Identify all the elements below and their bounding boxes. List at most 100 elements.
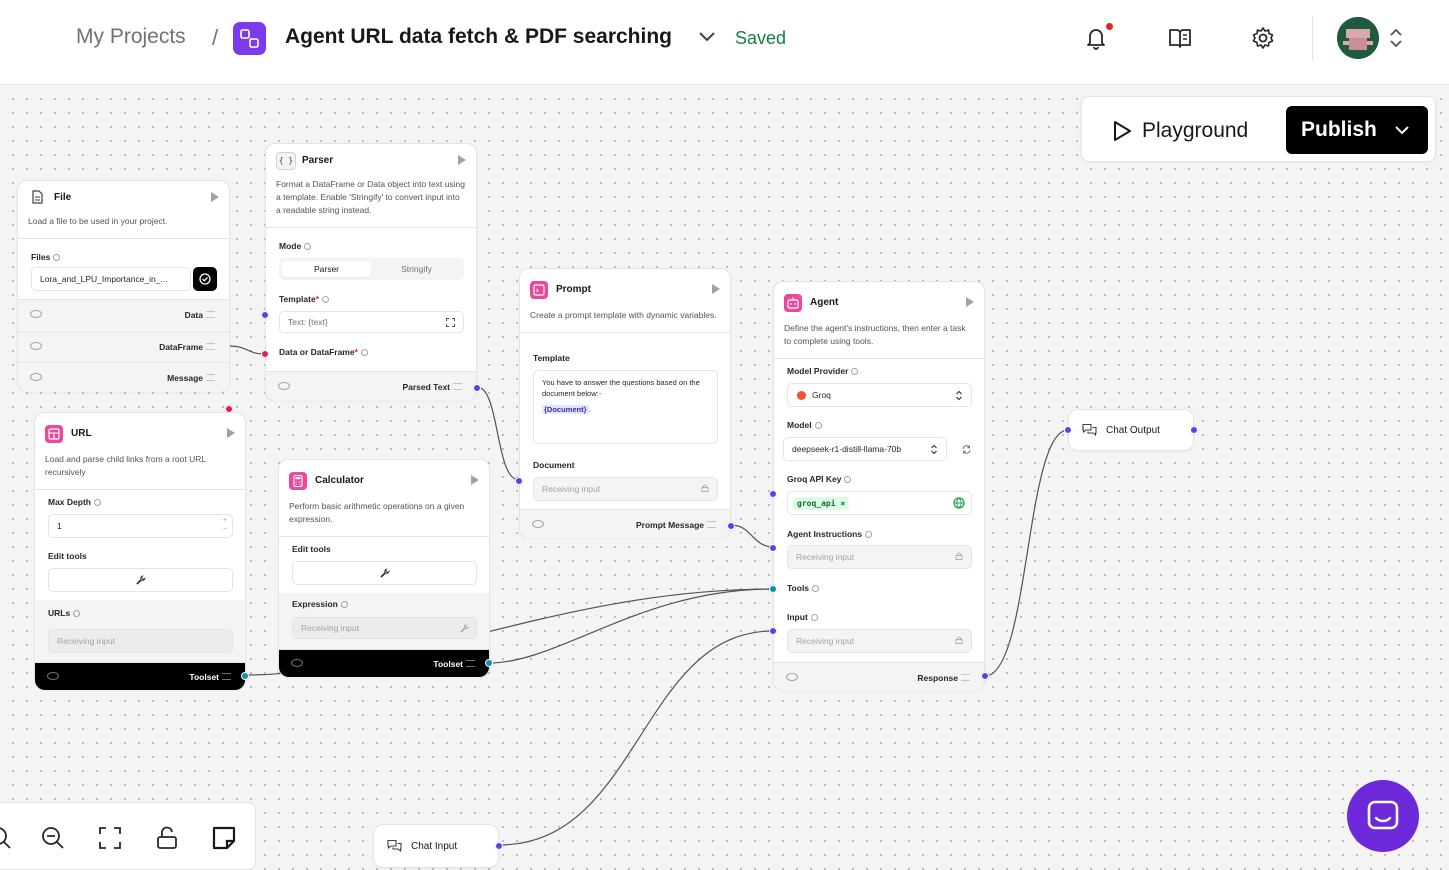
handle-template-in[interactable] xyxy=(261,311,269,319)
handle-instructions-in[interactable] xyxy=(769,544,777,552)
breadcrumb-my-projects[interactable]: My Projects xyxy=(76,25,186,49)
run-node-icon[interactable] xyxy=(458,155,466,165)
handle-toolset-out[interactable] xyxy=(241,672,249,680)
url-icon xyxy=(45,425,63,443)
unlock-icon[interactable] xyxy=(154,825,180,851)
mode-parser-option[interactable]: Parser xyxy=(282,261,371,277)
chevron-down-icon[interactable] xyxy=(697,30,717,49)
eye-icon[interactable] xyxy=(278,382,290,390)
canvas-toolbar xyxy=(0,802,256,870)
file-name-field[interactable]: Lora_and_LPU_Importance_in_... xyxy=(31,267,191,291)
zoom-in-icon[interactable] xyxy=(0,825,13,851)
user-avatar[interactable] xyxy=(1337,17,1379,59)
gear-icon[interactable] xyxy=(1249,24,1277,52)
sticky-note-icon[interactable] xyxy=(211,825,237,851)
wrench-icon xyxy=(460,624,469,633)
globe-icon[interactable] xyxy=(953,497,965,509)
handle-api-key-in[interactable] xyxy=(769,490,777,498)
run-node-icon[interactable] xyxy=(712,284,720,294)
eye-icon[interactable] xyxy=(786,673,798,681)
file-upload-button[interactable] xyxy=(193,267,217,291)
account-switcher-icon[interactable] xyxy=(1388,27,1404,54)
eye-icon[interactable] xyxy=(291,659,303,667)
zoom-out-icon[interactable] xyxy=(40,825,66,851)
handle-prompt-out[interactable] xyxy=(727,522,735,530)
handle-toolset-out[interactable] xyxy=(485,659,493,667)
api-key-field[interactable]: groq_api × xyxy=(787,491,972,515)
prompt-template-editor[interactable]: You have to answer the questions based o… xyxy=(533,370,718,444)
url-node[interactable]: URL Load and parse child links from a ro… xyxy=(34,412,249,690)
expand-icon[interactable] xyxy=(446,318,455,327)
refresh-icon[interactable] xyxy=(961,444,972,455)
lock-icon xyxy=(701,484,709,492)
publish-button[interactable]: Publish xyxy=(1286,106,1428,154)
files-label: Files xyxy=(31,252,61,262)
run-node-icon[interactable] xyxy=(471,475,479,485)
output-type-icon xyxy=(222,673,231,680)
run-node-icon[interactable] xyxy=(227,428,235,438)
parser-node[interactable]: { } Parser Format a DataFrame or Data ob… xyxy=(261,143,481,401)
fit-view-icon[interactable] xyxy=(97,825,123,851)
flow-canvas[interactable]: File Load a file to be used in your proj… xyxy=(0,86,1449,870)
edit-tools-button[interactable] xyxy=(292,561,477,585)
notification-dot xyxy=(1106,23,1113,30)
handle-data-in[interactable] xyxy=(261,350,269,358)
book-icon[interactable] xyxy=(1166,24,1194,52)
api-key-label: Groq API Key xyxy=(787,474,852,484)
playground-label: Playground xyxy=(1142,119,1249,142)
handle-chat-output-out[interactable] xyxy=(1190,426,1198,434)
output-label: Message xyxy=(167,373,203,383)
handle-document-in[interactable] xyxy=(515,477,523,485)
template-variable: {Document} xyxy=(542,405,589,414)
edit-tools-button[interactable] xyxy=(48,568,233,592)
model-select[interactable]: deepseek-r1-distill-llama-70b xyxy=(783,437,947,461)
mode-stringify-option[interactable]: Stringify xyxy=(372,261,461,277)
eye-icon[interactable] xyxy=(532,520,544,528)
edge-calc-agent xyxy=(488,588,774,664)
chat-output-node[interactable]: Chat Output xyxy=(1064,409,1198,451)
lock-icon xyxy=(955,636,963,644)
mode-toggle[interactable]: Parser Stringify xyxy=(279,258,464,280)
stepper-icon[interactable]: + − xyxy=(223,516,227,534)
output-label: Data xyxy=(184,310,203,320)
output-row-toolset: Toolset xyxy=(279,649,489,677)
project-title[interactable]: Agent URL data fetch & PDF searching xyxy=(285,25,672,49)
select-updown-icon xyxy=(956,390,962,401)
output-row-parsed-text: Parsed Text xyxy=(266,371,476,401)
agent-node[interactable]: Agent Define the agent's instructions, t… xyxy=(769,281,989,691)
output-row-toolset: Toolset xyxy=(35,662,245,690)
run-node-icon[interactable] xyxy=(966,297,974,307)
handle-chat-output-in[interactable] xyxy=(1064,426,1072,434)
output-type-icon xyxy=(707,521,716,528)
node-title: Prompt xyxy=(556,284,591,295)
output-type-icon xyxy=(453,383,462,390)
instructions-input: Receiving input xyxy=(787,545,972,569)
max-depth-input[interactable]: 1 + − xyxy=(48,514,233,538)
api-key-chip[interactable]: groq_api × xyxy=(793,497,850,510)
support-chat-button[interactable] xyxy=(1347,780,1419,852)
eye-icon[interactable] xyxy=(30,373,42,381)
chat-input-node[interactable]: Chat Input xyxy=(373,824,503,868)
handle-input-in[interactable] xyxy=(769,627,777,635)
node-title: Chat Input xyxy=(411,841,458,852)
agent-input: Receiving input xyxy=(787,629,972,653)
handle-parsed-text-out[interactable] xyxy=(473,384,481,392)
prompt-node[interactable]: Prompt Create a prompt template with dyn… xyxy=(515,268,735,538)
file-node[interactable]: File Load a file to be used in your proj… xyxy=(17,180,233,476)
eye-icon[interactable] xyxy=(47,672,59,680)
eye-icon[interactable] xyxy=(30,342,42,350)
edit-tools-label: Edit tools xyxy=(292,544,331,554)
eye-icon[interactable] xyxy=(30,310,42,318)
handle-tools-in[interactable] xyxy=(769,585,777,593)
playground-button[interactable]: Playground xyxy=(1110,109,1285,151)
model-provider-select[interactable]: Groq xyxy=(787,383,972,407)
output-label: Parsed Text xyxy=(402,382,450,392)
handle-response-out[interactable] xyxy=(981,672,989,680)
calculator-node[interactable]: Calculator Perform basic arithmetic oper… xyxy=(278,459,493,677)
publish-label: Publish xyxy=(1301,118,1377,141)
template-input[interactable]: Text: {text} xyxy=(279,311,464,333)
template-label: Template* xyxy=(279,294,329,304)
run-node-icon[interactable] xyxy=(211,192,219,202)
handle-chat-input-out[interactable] xyxy=(495,842,503,850)
calculator-icon xyxy=(289,472,307,490)
